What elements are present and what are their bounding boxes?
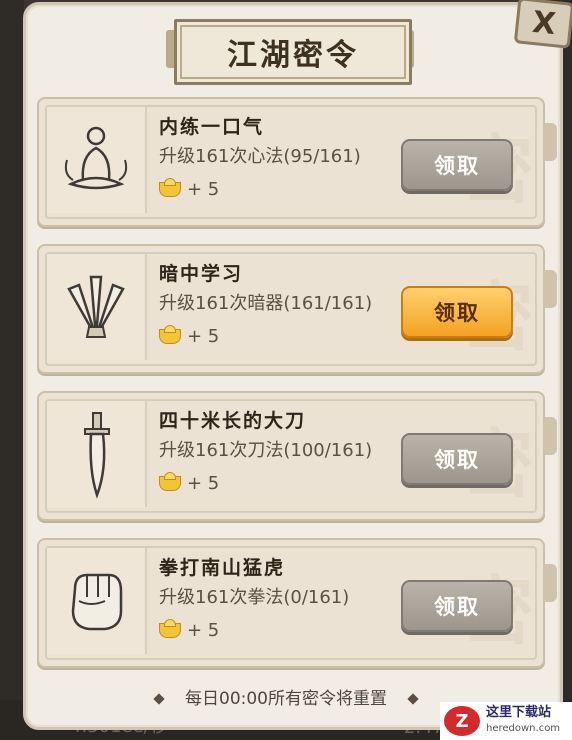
task-progress: 升级161次暗器(161/161) <box>159 293 373 314</box>
task-reward: + 5 <box>159 178 361 200</box>
task-progress: 升级161次心法(95/161) <box>159 146 361 167</box>
broadsword-icon <box>47 401 147 507</box>
diamond-icon <box>153 693 165 705</box>
task-card-4: 密 拳打南山猛虎 升级161次拳法(0/161) + 5 领取 <box>37 538 557 668</box>
site-watermark: Z 这里下载站 heredown.com <box>440 702 572 740</box>
task-card-2: 密 暗中学习 升级161次暗器(161/161) + 5 领取 <box>37 244 557 374</box>
task-reward: + 5 <box>159 619 349 641</box>
gold-ingot-icon <box>159 619 181 638</box>
task-card-3: 密 四十米长的大刀 升级161次刀法(100/161) + 5 领取 <box>37 391 557 521</box>
gold-ingot-icon <box>159 325 181 344</box>
close-icon: X <box>530 4 558 42</box>
meditating-monk-icon <box>47 107 147 213</box>
claim-button[interactable]: 领取 <box>401 139 513 191</box>
fist-icon <box>47 548 147 654</box>
task-title: 内练一口气 <box>159 116 265 138</box>
site-name: 这里下载站 <box>486 705 552 720</box>
panel-title: 江湖密令 <box>227 38 359 73</box>
reward-amount: + 5 <box>187 620 220 641</box>
task-card-1: 密 内练一口气 升级161次心法(95/161) + 5 领取 <box>37 97 557 227</box>
reward-amount: + 5 <box>187 326 220 347</box>
site-logo-icon: Z <box>444 706 480 736</box>
site-url: heredown.com <box>486 723 561 734</box>
throwing-knives-icon <box>47 254 147 360</box>
claim-button[interactable]: 领取 <box>401 286 513 338</box>
close-button[interactable]: X <box>513 0 572 49</box>
gold-ingot-icon <box>159 472 181 491</box>
task-title: 四十米长的大刀 <box>159 410 307 432</box>
diamond-icon <box>407 693 419 705</box>
task-reward: + 5 <box>159 472 372 494</box>
claim-button[interactable]: 领取 <box>401 433 513 485</box>
reset-notice-text: 每日00:00所有密令将重置 <box>185 689 387 709</box>
title-banner: 江湖密令 <box>174 19 412 85</box>
background-left <box>0 0 24 740</box>
reward-amount: + 5 <box>187 473 220 494</box>
task-progress: 升级161次刀法(100/161) <box>159 440 373 461</box>
task-title: 暗中学习 <box>159 263 244 285</box>
reward-amount: + 5 <box>187 179 220 200</box>
task-progress: 升级161次拳法(0/161) <box>159 587 350 608</box>
gold-ingot-icon <box>159 178 181 197</box>
task-reward: + 5 <box>159 325 372 347</box>
claim-button[interactable]: 领取 <box>401 580 513 632</box>
task-title: 拳打南山猛虎 <box>159 557 286 579</box>
